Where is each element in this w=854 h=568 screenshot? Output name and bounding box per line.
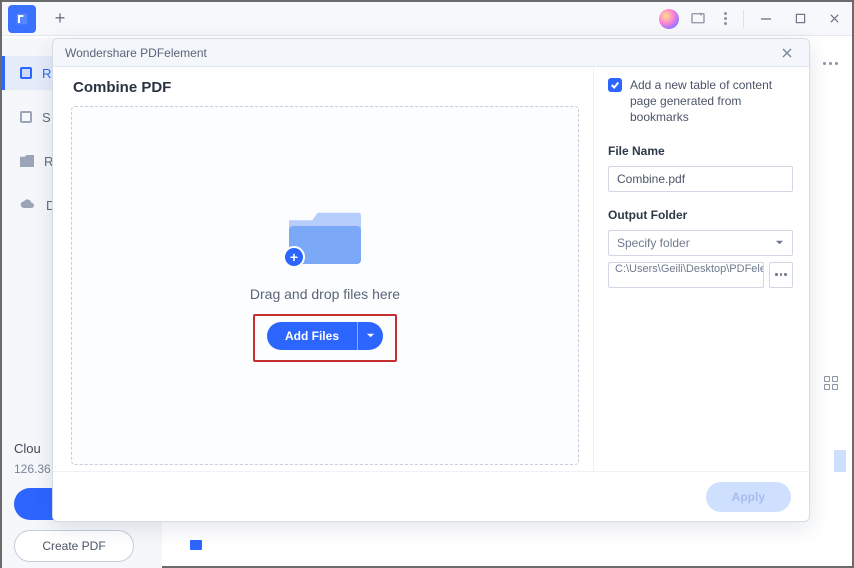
add-files-label: Add Files bbox=[285, 329, 339, 343]
file-icon bbox=[20, 67, 32, 79]
dialog-footer: Apply bbox=[53, 471, 809, 521]
dialog-heading: Combine PDF bbox=[73, 79, 579, 96]
more-menu-icon[interactable] bbox=[717, 11, 733, 27]
dialog-title: Wondershare PDFelement bbox=[65, 46, 207, 60]
add-files-button[interactable]: Add Files bbox=[267, 322, 357, 350]
drop-instruction-text: Drag and drop files here bbox=[250, 286, 400, 302]
sidebar-item-label: S bbox=[42, 110, 51, 125]
filename-label: File Name bbox=[608, 144, 793, 158]
overflow-menu-icon[interactable] bbox=[823, 62, 838, 65]
close-window-button[interactable] bbox=[822, 7, 846, 31]
output-path-field[interactable]: C:\Users\Geili\Desktop\PDFelement\Cc bbox=[608, 262, 764, 288]
sidebar-item-label: R bbox=[42, 66, 51, 81]
folder-icon bbox=[20, 155, 34, 167]
apply-label: Apply bbox=[732, 490, 765, 504]
maximize-button[interactable] bbox=[788, 7, 812, 31]
output-path-text: C:\Users\Geili\Desktop\PDFelement\Cc bbox=[615, 263, 764, 275]
folder-illustration-icon: + bbox=[289, 210, 361, 264]
close-dialog-button[interactable] bbox=[777, 43, 797, 63]
add-files-highlight: Add Files bbox=[253, 314, 397, 362]
output-folder-select-value: Specify folder bbox=[617, 236, 690, 250]
checkmark-icon bbox=[610, 80, 620, 90]
plus-badge-icon: + bbox=[283, 246, 305, 268]
right-rail bbox=[823, 62, 838, 65]
chevron-down-icon bbox=[366, 331, 375, 340]
browse-folder-button[interactable] bbox=[769, 262, 793, 288]
apply-button[interactable]: Apply bbox=[706, 482, 791, 512]
cloud-icon bbox=[20, 198, 36, 213]
file-drop-zone[interactable]: + Drag and drop files here Add Files bbox=[71, 106, 579, 465]
feedback-icon[interactable] bbox=[689, 10, 707, 28]
app-logo-icon bbox=[8, 5, 36, 33]
output-folder-select[interactable]: Specify folder bbox=[608, 230, 793, 256]
dialog-titlebar: Wondershare PDFelement bbox=[53, 39, 809, 67]
combine-pdf-dialog: Wondershare PDFelement Combine PDF + Dra… bbox=[52, 38, 810, 522]
file-thumbnail-icon bbox=[190, 540, 202, 550]
toc-checkbox[interactable] bbox=[608, 78, 622, 92]
filename-input[interactable] bbox=[608, 166, 793, 192]
application-window: + R S R D bbox=[0, 0, 854, 568]
right-highlight bbox=[834, 450, 846, 472]
dialog-main-pane: Combine PDF + Drag and drop files here A… bbox=[53, 67, 593, 471]
file-icon bbox=[20, 111, 32, 123]
create-pdf-label: Create PDF bbox=[42, 539, 105, 553]
add-files-dropdown-button[interactable] bbox=[357, 322, 383, 350]
assistant-icon[interactable] bbox=[659, 9, 679, 29]
output-folder-label: Output Folder bbox=[608, 208, 793, 222]
create-pdf-button[interactable]: Create PDF bbox=[14, 530, 134, 562]
toc-checkbox-label: Add a new table of content page generate… bbox=[630, 77, 793, 126]
separator bbox=[743, 10, 744, 28]
chevron-down-icon bbox=[775, 238, 784, 247]
minimize-button[interactable] bbox=[754, 7, 778, 31]
dialog-side-pane: Add a new table of content page generate… bbox=[593, 67, 809, 471]
tab-strip: + bbox=[2, 2, 852, 36]
view-grid-icon[interactable] bbox=[824, 376, 838, 390]
new-tab-button[interactable]: + bbox=[46, 5, 74, 33]
